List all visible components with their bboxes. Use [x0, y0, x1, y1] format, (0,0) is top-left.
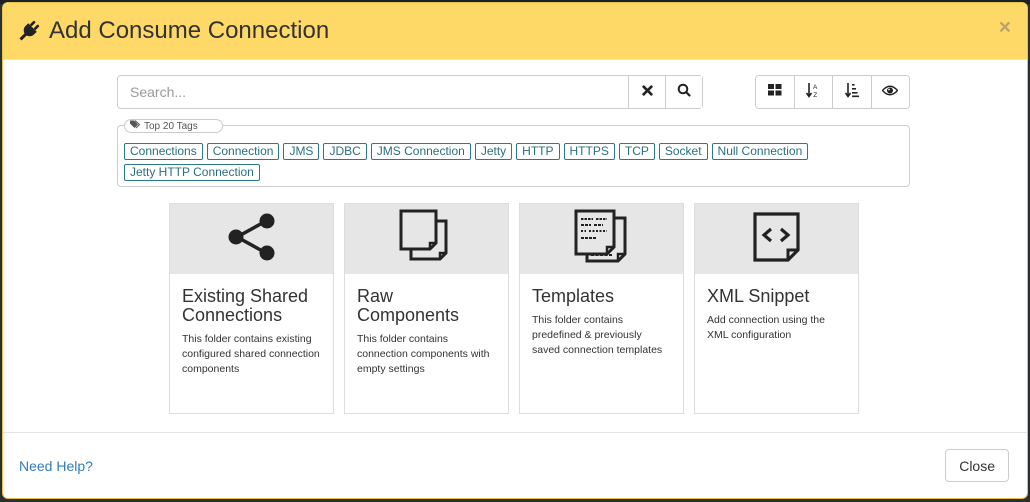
dialog-body: AZ Top 20 Tags Connec	[3, 60, 1027, 435]
dialog-footer: Need Help? Close	[3, 432, 1027, 498]
tag[interactable]: JMS Connection	[370, 143, 471, 160]
card-description: This folder contains predefined & previo…	[532, 314, 663, 356]
need-help-link[interactable]: Need Help?	[19, 458, 93, 474]
card-body: Templates This folder contains predefine…	[520, 274, 683, 358]
grid-view-button[interactable]	[756, 76, 794, 108]
card-body: Raw Components This folder contains conn…	[345, 274, 508, 377]
copy-pages-icon	[398, 208, 456, 271]
card-title: XML Snippet	[707, 286, 810, 306]
search-icon	[677, 83, 691, 102]
card-hero	[520, 204, 683, 274]
share-icon	[226, 213, 278, 266]
card-hero	[170, 204, 333, 274]
card-xml-snippet[interactable]: XML Snippet Add connection using the XML…	[694, 203, 859, 414]
tag[interactable]: HTTP	[516, 143, 560, 160]
tag[interactable]: Null Connection	[711, 143, 809, 160]
xml-code-icon	[752, 211, 802, 268]
tag[interactable]: Connections	[124, 143, 203, 160]
tag[interactable]: Connection	[206, 143, 280, 160]
tag-list: Connections Connection JMS JDBC JMS Conn…	[124, 143, 903, 181]
tag[interactable]: JMS	[283, 143, 320, 160]
plug-icon	[17, 19, 41, 43]
card-description: Add connection using the XML configurati…	[707, 314, 825, 341]
search-button[interactable]	[665, 76, 702, 108]
svg-text:Z: Z	[814, 92, 818, 98]
tags-legend: Top 20 Tags	[124, 119, 223, 133]
tag[interactable]: HTTPS	[563, 143, 615, 160]
tag[interactable]: TCP	[618, 143, 655, 160]
sort-alpha-button[interactable]: AZ	[793, 76, 832, 108]
card-description: This folder contains existing configured…	[182, 333, 320, 375]
dialog-title-text: Add Consume Connection	[49, 17, 330, 44]
times-icon	[641, 83, 653, 101]
close-button[interactable]: Close	[945, 449, 1009, 482]
svg-text:A: A	[813, 84, 818, 91]
source-cards: Existing Shared Connections This folder …	[169, 203, 859, 414]
sort-alpha-asc-icon: AZ	[806, 82, 820, 103]
sort-amount-asc-icon	[844, 82, 859, 103]
th-large-icon	[767, 83, 782, 101]
card-existing-shared-connections[interactable]: Existing Shared Connections This folder …	[169, 203, 334, 414]
tags-icon	[130, 120, 141, 132]
top-tags-panel: Top 20 Tags Connections Connection JMS J…	[117, 119, 910, 187]
card-raw-components[interactable]: Raw Components This folder contains conn…	[344, 203, 509, 414]
tag[interactable]: Jetty HTTP Connection	[124, 164, 260, 181]
sort-amount-button[interactable]	[832, 76, 871, 108]
dialog-title: Add Consume Connection	[17, 17, 329, 45]
card-hero	[345, 204, 508, 274]
card-templates[interactable]: Templates This folder contains predefine…	[519, 203, 684, 414]
tags-legend-text: Top 20 Tags	[144, 120, 198, 132]
tag[interactable]: JDBC	[323, 143, 367, 160]
search-group	[117, 75, 703, 109]
card-title: Templates	[532, 286, 615, 306]
tag[interactable]: Jetty	[474, 143, 513, 160]
card-title: Existing Shared Connections	[182, 286, 309, 325]
template-pages-icon	[573, 208, 631, 271]
preview-button[interactable]	[870, 76, 909, 108]
eye-icon	[881, 83, 899, 101]
card-body: XML Snippet Add connection using the XML…	[695, 274, 858, 343]
card-title: Raw Components	[357, 286, 460, 325]
view-toolbar: AZ	[755, 75, 910, 109]
search-input[interactable]	[118, 76, 628, 108]
tag[interactable]: Socket	[658, 143, 708, 160]
card-body: Existing Shared Connections This folder …	[170, 274, 333, 377]
dialog-header: Add Consume Connection ×	[3, 3, 1027, 60]
add-consume-connection-dialog: Add Consume Connection × Search... A Z T…	[2, 2, 1028, 499]
card-hero	[695, 204, 858, 274]
close-icon[interactable]: ×	[999, 17, 1011, 38]
clear-search-button[interactable]	[628, 76, 665, 108]
card-description: This folder contains connection componen…	[357, 333, 490, 375]
